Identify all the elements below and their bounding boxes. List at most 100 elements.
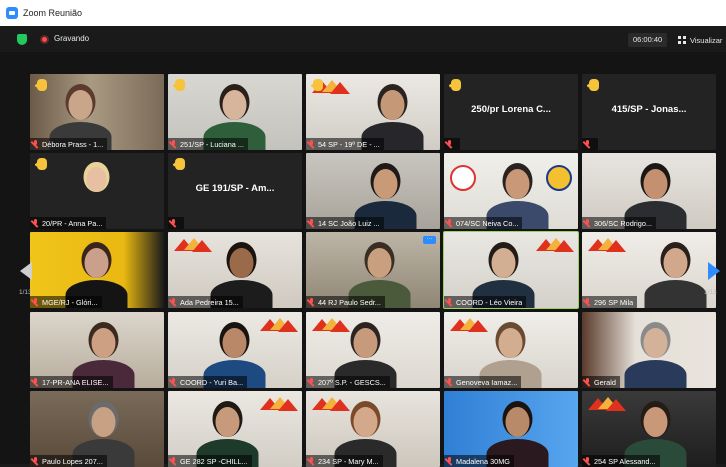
organization-logo-icon (588, 397, 626, 411)
participant-name-bar (582, 138, 598, 150)
more-options-icon[interactable]: ··· (423, 236, 436, 244)
participant-name-bar: 207º S.P. - GESCS... (306, 376, 390, 388)
participant-tile[interactable]: Débora Prass - 1... (30, 74, 164, 150)
participant-tile[interactable]: 251/SP - Luciana ... (168, 74, 302, 150)
organization-logo-icon (588, 238, 626, 252)
muted-mic-icon (170, 140, 177, 148)
muted-mic-icon (308, 378, 315, 386)
participant-tile[interactable]: 207º S.P. - GESCS... (306, 312, 440, 388)
participant-name-bar: 306/SC Rodrigo... (582, 217, 657, 229)
raised-hand-icon (37, 158, 47, 170)
participant-name: 306/SC Rodrigo... (594, 218, 653, 228)
participant-tile[interactable]: 306/SC Rodrigo... (582, 153, 716, 229)
recording-icon[interactable] (40, 35, 49, 44)
raised-hand-icon (589, 79, 599, 91)
participant-name-bar: Débora Prass - 1... (30, 138, 108, 150)
page-indicator-left: 1/13 (19, 289, 32, 296)
participant-display-name: 250/pr Lorena C... (471, 104, 551, 115)
organization-logo-icon (174, 238, 212, 252)
recording-label[interactable]: Gravando (54, 34, 89, 43)
participant-name-bar: 234 SP - Mary M... (306, 455, 383, 467)
window-title: Zoom Reunião (23, 8, 83, 18)
participant-name-bar: 20/PR - Anna Pa... (30, 217, 107, 229)
participant-name: 296 SP Mila (594, 297, 634, 307)
participant-name: 251/SP - Luciana ... (180, 139, 244, 149)
participant-name: Débora Prass - 1... (42, 139, 104, 149)
participant-name-bar: MGE/RJ - Glóri... (30, 296, 102, 308)
participant-name: COORD - Yuri Ba... (180, 377, 244, 387)
participant-tile[interactable]: 17-PR-ANA ELISE... (30, 312, 164, 388)
view-button[interactable]: Visualizar (678, 33, 722, 47)
participant-tile[interactable]: 234 SP - Mary M... (306, 391, 440, 467)
participant-tile[interactable]: 250/pr Lorena C... (444, 74, 578, 150)
participant-name: Paulo Lopes 207... (42, 456, 103, 466)
participant-name-bar: Ada Pedreira 15... (168, 296, 243, 308)
participant-name-bar: COORD - Léo Vieira (444, 296, 527, 308)
participant-name-bar (444, 138, 460, 150)
muted-mic-icon (308, 140, 315, 148)
participant-video-person (486, 391, 549, 467)
participant-tile[interactable]: 20/PR - Anna Pa... (30, 153, 164, 229)
organization-logo-icon (260, 318, 298, 332)
participant-tile[interactable]: 254 SP Alessand... (582, 391, 716, 467)
participant-tile[interactable]: COORD - Yuri Ba... (168, 312, 302, 388)
raised-hand-icon (451, 79, 461, 91)
participant-name: GE 282 SP -CHILL... (180, 456, 248, 466)
participant-tile[interactable]: 296 SP Mila (582, 232, 716, 308)
zoom-app-icon (6, 7, 18, 19)
window-titlebar: Zoom Reunião (0, 0, 726, 26)
participant-display-name: GE 191/SP - Am... (195, 183, 275, 194)
muted-mic-icon (584, 298, 591, 306)
participant-tile[interactable]: GE 191/SP - Am... (168, 153, 302, 229)
participant-tile[interactable]: Paulo Lopes 207... (30, 391, 164, 467)
muted-mic-icon (446, 219, 453, 227)
participant-display-name: 415/SP - Jonas... (611, 104, 687, 115)
page-indicator-right: 1/13 (704, 289, 717, 296)
view-button-label: Visualizar (690, 35, 723, 45)
next-page-arrow-icon[interactable] (708, 262, 720, 280)
participant-name-bar: 296 SP Mila (582, 296, 638, 308)
raised-hand-icon (175, 158, 185, 170)
participant-name: 207º S.P. - GESCS... (318, 377, 386, 387)
participant-name-bar: Genoveva Iamaz... (444, 376, 522, 388)
participant-name-bar: 074/SC Neiva Co... (444, 217, 523, 229)
meeting-timer: 06:00:40 (628, 33, 668, 47)
participant-video-person (354, 153, 417, 229)
participant-tile[interactable]: 14 SC João Luiz ... (306, 153, 440, 229)
participant-tile[interactable]: ··· 44 RJ Paulo Sedr... (306, 232, 440, 308)
participant-tile[interactable]: Gerald (582, 312, 716, 388)
participant-name: COORD - Léo Vieira (456, 297, 523, 307)
participant-video-person (624, 312, 687, 388)
participant-name-bar: GE 282 SP -CHILL... (168, 455, 252, 467)
participant-tile[interactable]: Madalena 30MG (444, 391, 578, 467)
meeting-topbar: Gravando 06:00:40 Visualizar (0, 26, 726, 52)
participant-name: 074/SC Neiva Co... (456, 218, 519, 228)
participant-tile[interactable]: COORD - Léo Vieira (443, 231, 579, 309)
participant-name-bar: Gerald (582, 376, 620, 388)
grid-view-icon (678, 36, 686, 44)
participant-tile[interactable]: 54 SP - 19º DE - ... (306, 74, 440, 150)
shield-icon[interactable] (17, 34, 27, 45)
participant-tile[interactable]: 415/SP - Jonas... (582, 74, 716, 150)
participant-name: Genoveva Iamaz... (456, 377, 518, 387)
participant-name-bar: 251/SP - Luciana ... (168, 138, 248, 150)
participant-name: 54 SP - 19º DE - ... (318, 139, 380, 149)
participant-tile[interactable]: 074/SC Neiva Co... (444, 153, 578, 229)
participant-name-bar: Paulo Lopes 207... (30, 455, 107, 467)
participant-name: Gerald (594, 377, 616, 387)
participant-name-bar: Madalena 30MG (444, 455, 514, 467)
participant-video-person (644, 232, 707, 308)
muted-mic-icon (446, 378, 453, 386)
participant-tile[interactable]: Ada Pedreira 15... (168, 232, 302, 308)
participant-name-bar: 44 RJ Paulo Sedr... (306, 296, 385, 308)
participant-tile[interactable]: Genoveva Iamaz... (444, 312, 578, 388)
participant-name-bar: 54 SP - 19º DE - ... (306, 138, 384, 150)
muted-mic-icon (446, 298, 453, 306)
previous-page-arrow-icon[interactable] (20, 262, 32, 280)
participant-tile[interactable]: GE 282 SP -CHILL... (168, 391, 302, 467)
muted-mic-icon (32, 219, 39, 227)
participant-name: 254 SP Alessand... (594, 456, 656, 466)
emblem-icon (546, 165, 572, 191)
participant-video-person (361, 74, 424, 150)
participant-tile[interactable]: MGE/RJ - Glóri... (30, 232, 164, 308)
